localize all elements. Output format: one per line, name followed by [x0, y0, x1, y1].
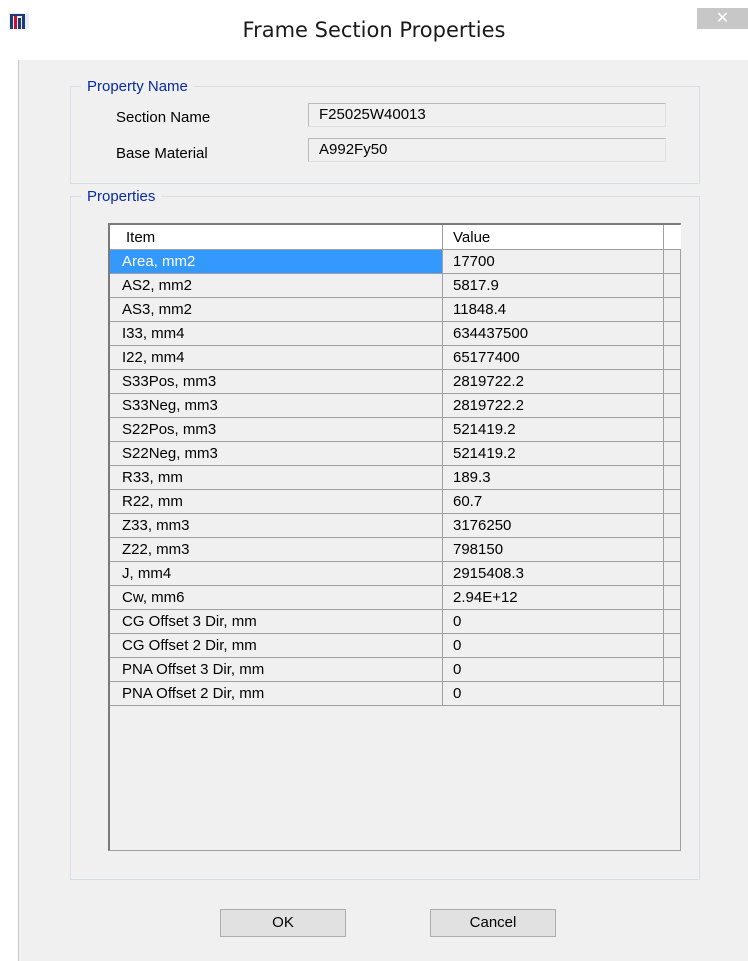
cancel-button[interactable]: Cancel: [430, 909, 556, 937]
cell-item[interactable]: Z33, mm3: [110, 514, 443, 537]
property-name-group: Property Name: [70, 78, 700, 184]
dialog-body: Property Name Section Name F25025W40013 …: [18, 60, 748, 961]
cell-item[interactable]: I22, mm4: [110, 346, 443, 369]
table-row[interactable]: S33Pos, mm3 2819722.2: [110, 370, 681, 394]
table-row[interactable]: R33, mm 189.3: [110, 466, 681, 490]
table-row[interactable]: S22Neg, mm3 521419.2: [110, 442, 681, 466]
column-header-value[interactable]: Value: [443, 225, 664, 249]
property-name-legend: Property Name: [81, 78, 194, 95]
cell-item[interactable]: Cw, mm6: [110, 586, 443, 609]
table-row[interactable]: I22, mm4 65177400: [110, 346, 681, 370]
cell-value[interactable]: 0: [443, 682, 664, 705]
cell-value[interactable]: 5817.9: [443, 274, 664, 297]
cell-value[interactable]: 2915408.3: [443, 562, 664, 585]
table-row[interactable]: R22, mm 60.7: [110, 490, 681, 514]
table-row[interactable]: PNA Offset 2 Dir, mm 0: [110, 682, 681, 706]
cell-value[interactable]: 60.7: [443, 490, 664, 513]
cell-item[interactable]: S33Pos, mm3: [110, 370, 443, 393]
cell-value[interactable]: 521419.2: [443, 442, 664, 465]
cell-value[interactable]: 2.94E+12: [443, 586, 664, 609]
table-header: Item Value: [110, 225, 681, 250]
cell-value[interactable]: 0: [443, 634, 664, 657]
dialog-left-border: [18, 60, 19, 961]
cell-value[interactable]: 2819722.2: [443, 394, 664, 417]
cell-value[interactable]: 17700: [443, 250, 664, 273]
section-name-label: Section Name: [116, 109, 211, 126]
cell-item[interactable]: AS3, mm2: [110, 298, 443, 321]
window-title: Frame Section Properties: [242, 18, 506, 42]
title-bar: Frame Section Properties ✕: [0, 0, 748, 60]
cell-value[interactable]: 11848.4: [443, 298, 664, 321]
section-name-field[interactable]: F25025W40013: [308, 103, 666, 127]
table-row[interactable]: S22Pos, mm3 521419.2: [110, 418, 681, 442]
table-row[interactable]: Z22, mm3 798150: [110, 538, 681, 562]
cell-value[interactable]: 3176250: [443, 514, 664, 537]
table-row[interactable]: J, mm4 2915408.3: [110, 562, 681, 586]
cell-value[interactable]: 521419.2: [443, 418, 664, 441]
table-row[interactable]: CG Offset 3 Dir, mm 0: [110, 610, 681, 634]
cell-item[interactable]: CG Offset 2 Dir, mm: [110, 634, 443, 657]
cell-item[interactable]: J, mm4: [110, 562, 443, 585]
table-row[interactable]: AS2, mm2 5817.9: [110, 274, 681, 298]
base-material-label: Base Material: [116, 145, 208, 162]
column-header-item[interactable]: Item: [110, 225, 443, 249]
properties-table[interactable]: Item Value Area, mm2 17700 AS2, mm2 5817.9 A…: [108, 223, 681, 851]
table-row[interactable]: AS3, mm2 11848.4: [110, 298, 681, 322]
cell-item[interactable]: S22Pos, mm3: [110, 418, 443, 441]
table-row[interactable]: CG Offset 2 Dir, mm 0: [110, 634, 681, 658]
properties-legend: Properties: [81, 188, 162, 205]
cell-item[interactable]: R33, mm: [110, 466, 443, 489]
cell-item[interactable]: S22Neg, mm3: [110, 442, 443, 465]
cell-item[interactable]: PNA Offset 2 Dir, mm: [110, 682, 443, 705]
cell-value[interactable]: 65177400: [443, 346, 664, 369]
close-icon[interactable]: ✕: [716, 10, 729, 27]
cell-value[interactable]: 798150: [443, 538, 664, 561]
table-row[interactable]: Cw, mm6 2.94E+12: [110, 586, 681, 610]
cell-item[interactable]: I33, mm4: [110, 322, 443, 345]
cell-value[interactable]: 0: [443, 658, 664, 681]
cell-value[interactable]: 0: [443, 610, 664, 633]
cell-item[interactable]: AS2, mm2: [110, 274, 443, 297]
cell-value[interactable]: 2819722.2: [443, 370, 664, 393]
cell-item[interactable]: R22, mm: [110, 490, 443, 513]
table-row[interactable]: Area, mm2 17700: [110, 250, 681, 274]
base-material-field[interactable]: A992Fy50: [308, 138, 666, 162]
table-row[interactable]: Z33, mm3 3176250: [110, 514, 681, 538]
ok-button[interactable]: OK: [220, 909, 346, 937]
cell-item[interactable]: S33Neg, mm3: [110, 394, 443, 417]
table-row[interactable]: I33, mm4 634437500: [110, 322, 681, 346]
cell-value[interactable]: 189.3: [443, 466, 664, 489]
cell-value[interactable]: 634437500: [443, 322, 664, 345]
close-button[interactable]: ✕: [697, 8, 748, 29]
table-row[interactable]: S33Neg, mm3 2819722.2: [110, 394, 681, 418]
cell-item[interactable]: Z22, mm3: [110, 538, 443, 561]
table-row[interactable]: PNA Offset 3 Dir, mm 0: [110, 658, 681, 682]
cell-item[interactable]: Area, mm2: [110, 250, 443, 273]
cell-item[interactable]: CG Offset 3 Dir, mm: [110, 610, 443, 633]
cell-item[interactable]: PNA Offset 3 Dir, mm: [110, 658, 443, 681]
